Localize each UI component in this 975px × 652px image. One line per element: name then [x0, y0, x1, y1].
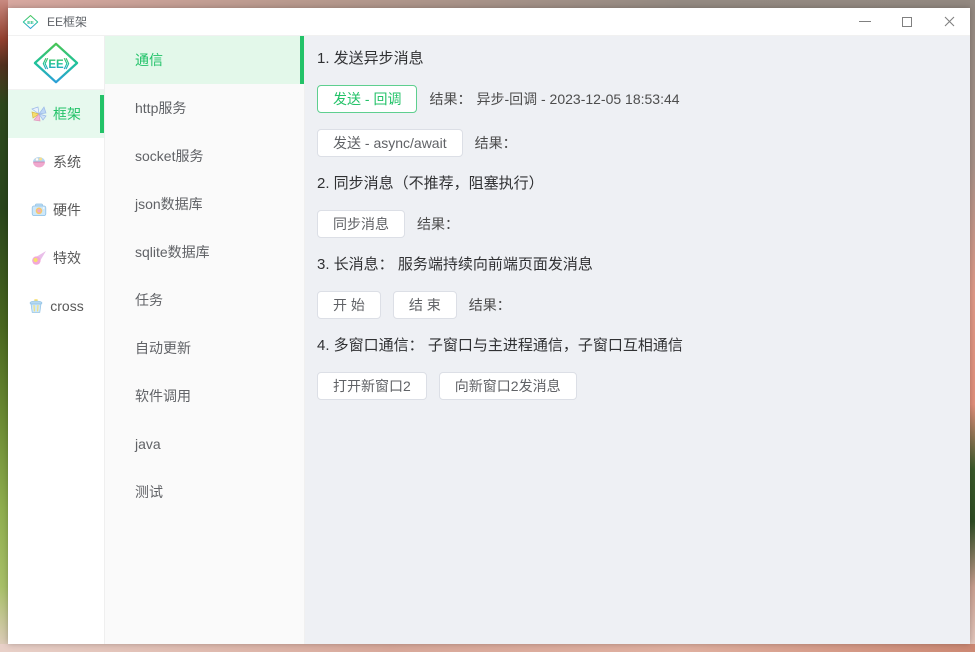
desktop-wallpaper-right — [970, 0, 975, 652]
result-label: 结果： — [474, 135, 517, 151]
subnav-item-jsondb[interactable]: json数据库 — [105, 180, 304, 228]
result-value: 异步-回调 - 2023-12-05 18:53:44 — [476, 91, 680, 107]
maximize-button[interactable] — [886, 8, 928, 35]
subnav-item-socket[interactable]: socket服务 — [105, 132, 304, 180]
row-sync: 同步消息 结果： — [317, 210, 958, 238]
close-icon — [944, 16, 954, 27]
ee-logo: 《EE》 — [33, 42, 79, 83]
comet-icon — [32, 251, 46, 265]
send-await-button[interactable]: 发送 - async/await — [317, 129, 463, 157]
titlebar[interactable]: EE EE框架 — [8, 8, 970, 36]
desktop-wallpaper-bottom — [0, 644, 975, 652]
result-sync: 结果： — [417, 214, 464, 234]
basket-eggs-icon — [33, 157, 45, 168]
send-window2-button[interactable]: 向新窗口2发消息 — [438, 372, 577, 400]
section-title-multiwindow: 4. 多窗口通信： 子窗口与主进程通信，子窗口互相通信 — [317, 337, 683, 354]
row-multiwindow: 打开新窗口2 向新窗口2发消息 — [317, 372, 958, 400]
window-title: EE框架 — [47, 15, 88, 29]
desktop-wallpaper-left — [0, 0, 8, 652]
sidebar-item-effects[interactable]: 特效 — [8, 234, 104, 282]
app-body: 《EE》 框架 系统 硬件 特效 cross 通信 http服务 socket服… — [8, 36, 970, 644]
sub-sidebar: 通信 http服务 socket服务 json数据库 sqlite数据库 任务 … — [105, 36, 305, 644]
camera-icon — [31, 203, 47, 217]
result-label: 结果： — [417, 216, 459, 232]
subnav-item-ipc[interactable]: 通信 — [105, 36, 304, 84]
row-async-await: 发送 - async/await 结果： — [317, 129, 958, 157]
subnav-item-test[interactable]: 测试 — [105, 468, 304, 516]
sidebar-item-label: 框架 — [53, 106, 81, 122]
section-title-async: 1. 发送异步消息 — [317, 50, 424, 67]
close-button[interactable] — [928, 8, 970, 35]
maximize-icon — [902, 16, 912, 27]
sidebar-item-hardware[interactable]: 硬件 — [8, 186, 104, 234]
main-content: 1. 发送异步消息 发送 - 回调 结果： 异步-回调 - 2023-12-05 … — [305, 36, 970, 644]
desktop-wallpaper-top — [0, 0, 975, 8]
sidebar-item-cross[interactable]: cross — [8, 282, 104, 330]
sidebar-item-label: 系统 — [53, 154, 81, 170]
sidebar-item-label: 特效 — [53, 250, 81, 266]
minimize-button[interactable] — [844, 8, 886, 35]
primary-sidebar: 《EE》 框架 系统 硬件 特效 cross — [8, 36, 105, 644]
logo-cell: 《EE》 — [8, 36, 104, 90]
subnav-item-jobs[interactable]: 任务 — [105, 276, 304, 324]
app-logo-icon: EE — [22, 14, 39, 29]
send-callback-button[interactable]: 发送 - 回调 — [317, 85, 418, 113]
svg-text:《EE》: 《EE》 — [37, 56, 75, 70]
section-title-sync: 2. 同步消息（不推荐，阻塞执行） — [317, 175, 544, 192]
sidebar-item-framework[interactable]: 框架 — [8, 90, 104, 138]
minimize-icon — [859, 21, 871, 22]
sidebar-item-label: cross — [50, 298, 84, 314]
bin-icon — [29, 299, 43, 313]
svg-text:EE: EE — [27, 19, 34, 25]
section-title-long: 3. 长消息： 服务端持续向前端页面发消息 — [317, 256, 593, 273]
app-window: EE EE框架 《EE》 框架 系统 硬件 特效 cross 通信 http服务… — [8, 8, 970, 644]
sync-message-button[interactable]: 同步消息 — [317, 210, 405, 238]
start-button[interactable]: 开 始 — [317, 291, 381, 319]
result-async-callback: 结果： 异步-回调 - 2023-12-05 18:53:44 — [429, 89, 679, 109]
row-async-callback: 发送 - 回调 结果： 异步-回调 - 2023-12-05 18:53:44 — [317, 85, 958, 113]
pinwheel-icon — [31, 106, 47, 122]
window-controls — [844, 8, 970, 35]
sidebar-item-system[interactable]: 系统 — [8, 138, 104, 186]
result-label: 结果： — [429, 91, 472, 107]
subnav-item-software[interactable]: 软件调用 — [105, 372, 304, 420]
subnav-item-http[interactable]: http服务 — [105, 84, 304, 132]
result-long: 结果： — [469, 295, 516, 315]
row-long-message: 开 始 结 束 结果： — [317, 291, 958, 319]
result-label: 结果： — [468, 297, 511, 313]
open-window2-button[interactable]: 打开新窗口2 — [317, 372, 427, 400]
subnav-item-java[interactable]: java — [105, 420, 304, 468]
sidebar-item-label: 硬件 — [53, 202, 81, 218]
stop-button[interactable]: 结 束 — [392, 291, 457, 319]
subnav-item-autoupdate[interactable]: 自动更新 — [105, 324, 304, 372]
subnav-item-sqlitedb[interactable]: sqlite数据库 — [105, 228, 304, 276]
result-async-await: 结果： — [475, 133, 522, 153]
